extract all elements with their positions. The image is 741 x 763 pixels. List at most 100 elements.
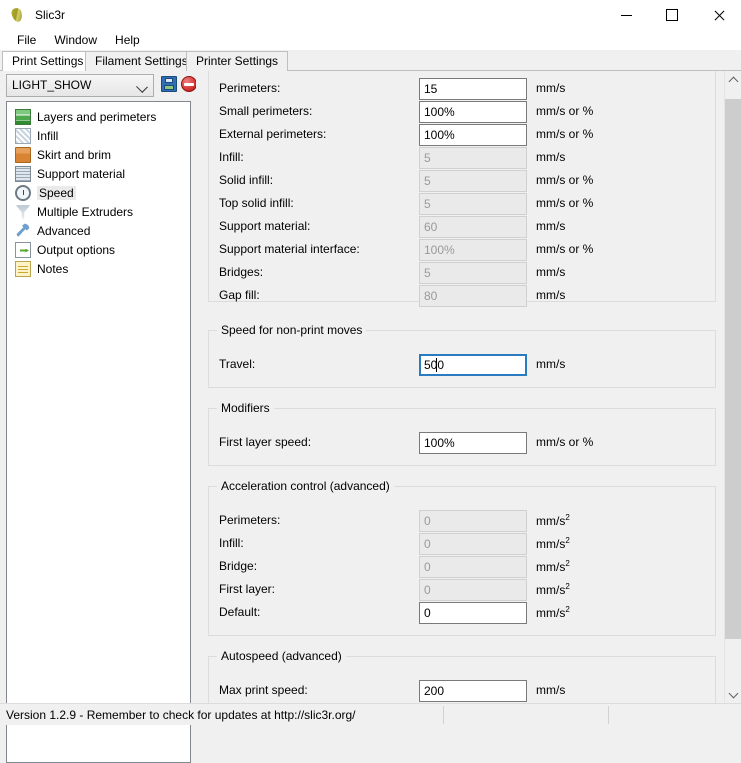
preset-select-value: LIGHT_SHOW (12, 78, 92, 92)
field-row: Max print speed: mm/s (209, 680, 717, 703)
slic3r-logo-icon (9, 6, 25, 24)
field-label: Infill: (219, 536, 244, 550)
preset-toolbar: LIGHT_SHOW (6, 74, 197, 97)
field-label: Travel: (219, 357, 256, 371)
settings-scrollbar[interactable] (724, 71, 741, 703)
default-acceleration-input[interactable] (419, 602, 527, 624)
minimize-icon (620, 14, 632, 16)
perimeters-acceleration-input (419, 510, 527, 532)
sidebar-item-speed[interactable]: Speed (7, 183, 190, 202)
field-unit: mm/s2 (536, 582, 570, 597)
sidebar-item-infill[interactable]: Infill (7, 126, 190, 145)
scroll-up-button[interactable] (725, 71, 741, 88)
tab-print-settings[interactable]: Print Settings (2, 51, 94, 72)
save-preset-button[interactable] (161, 76, 179, 94)
menu-item-help[interactable]: Help (106, 31, 149, 50)
scrollbar-thumb[interactable] (725, 99, 741, 639)
field-unit: mm/s (536, 265, 566, 279)
tab-printer-settings[interactable]: Printer Settings (186, 51, 289, 71)
first-layer-acceleration-input (419, 579, 527, 601)
sidebar-item-label: Infill (37, 128, 59, 143)
field-unit: mm/s2 (536, 605, 570, 620)
field-label: First layer speed: (219, 435, 312, 449)
field-label: Small perimeters: (219, 104, 313, 118)
speed-clock-icon (15, 184, 31, 201)
field-row: Small perimeters: mm/s or % (209, 101, 717, 124)
sidebar-item-skirt-and-brim[interactable]: Skirt and brim (7, 145, 190, 164)
menu-item-file[interactable]: File (8, 31, 45, 50)
status-message: Version 1.2.9 - Remember to check for up… (6, 708, 356, 722)
field-label: Gap fill: (219, 288, 260, 302)
field-unit: mm/s (536, 150, 566, 164)
field-unit: mm/s (536, 288, 566, 302)
scroll-down-button[interactable] (725, 686, 741, 703)
field-label: Bridge: (219, 559, 258, 573)
layers-icon (15, 108, 31, 125)
field-row: Support material: mm/s (209, 216, 717, 239)
max-print-speed-input[interactable] (419, 680, 527, 702)
support-material-interface-speed-input (419, 239, 527, 261)
sidebar-item-output-options[interactable]: Output options (7, 240, 190, 259)
field-unit: mm/s2 (536, 536, 570, 551)
infill-acceleration-input (419, 533, 527, 555)
field-label: Infill: (219, 150, 244, 164)
field-unit: mm/s or % (536, 196, 594, 210)
sidebar-item-multiple-extruders[interactable]: Multiple Extruders (7, 202, 190, 221)
sidebar-item-layers-and-perimeters[interactable]: Layers and perimeters (7, 107, 190, 126)
first-layer-speed-input[interactable] (419, 432, 527, 454)
group-legend: Autospeed (advanced) (217, 649, 346, 663)
sidebar-item-label: Layers and perimeters (37, 109, 157, 124)
sidebar-item-support-material[interactable]: Support material (7, 164, 190, 183)
delete-circle-icon (181, 76, 197, 92)
chevron-up-icon (728, 76, 738, 86)
field-label: First layer: (219, 582, 276, 596)
maximize-button[interactable] (649, 0, 695, 30)
field-unit: mm/s (536, 81, 566, 95)
field-unit: mm/s or % (536, 173, 594, 187)
field-label: Top solid infill: (219, 196, 294, 210)
field-label: Max print speed: (219, 683, 308, 697)
floppy-disk-icon (161, 76, 177, 92)
menu-item-window[interactable]: Window (45, 31, 106, 50)
field-unit: mm/s (536, 683, 566, 697)
tab-filament-settings[interactable]: Filament Settings (85, 51, 198, 71)
group-legend: Modifiers (217, 401, 274, 415)
sidebar-item-label: Notes (37, 261, 69, 276)
bridges-speed-input (419, 262, 527, 284)
sidebar-item-label: Speed (37, 185, 76, 200)
group-modifiers: Modifiers First layer speed: mm/s or % (208, 401, 716, 466)
group-acceleration-control: Acceleration control (advanced) Perimete… (208, 479, 717, 636)
notes-icon (15, 260, 31, 277)
minimize-button[interactable] (603, 0, 649, 30)
infill-speed-input (419, 147, 527, 169)
status-separator (608, 706, 609, 724)
field-label: Default: (219, 605, 261, 619)
sidebar-item-label: Output options (37, 242, 116, 257)
external-perimeters-speed-input[interactable] (419, 124, 527, 146)
close-icon (713, 10, 724, 21)
field-unit: mm/s or % (536, 127, 594, 141)
field-row: Top solid infill: mm/s or % (209, 193, 717, 216)
field-row: First layer: mm/s2 (209, 579, 717, 602)
extruder-funnel-icon (15, 205, 31, 219)
group-legend: Speed for non-print moves (217, 323, 367, 337)
small-perimeters-speed-input[interactable] (419, 101, 527, 123)
field-unit: mm/s or % (536, 242, 594, 256)
wrench-icon (16, 223, 30, 237)
window-title: Slic3r (35, 8, 66, 22)
field-row: Default: mm/s2 (209, 602, 717, 625)
status-bar: Version 1.2.9 - Remember to check for up… (0, 703, 741, 725)
text-cursor (436, 358, 437, 372)
preset-select[interactable]: LIGHT_SHOW (6, 74, 154, 97)
sidebar-item-notes[interactable]: Notes (7, 259, 190, 278)
settings-panel: Perimeters: mm/s Small perimeters: mm/s … (196, 71, 724, 703)
settings-category-tree[interactable]: Layers and perimeters Infill Skirt and b… (6, 101, 191, 763)
sidebar-item-advanced[interactable]: Advanced (7, 221, 190, 240)
perimeters-speed-input[interactable] (419, 78, 527, 100)
chevron-down-icon (136, 81, 148, 93)
group-non-print-moves: Speed for non-print moves Travel: mm/s (208, 323, 716, 388)
close-button[interactable] (695, 0, 741, 30)
sidebar-item-label: Advanced (37, 223, 91, 238)
field-row: Bridge: mm/s2 (209, 556, 717, 579)
maximize-icon (666, 9, 678, 21)
